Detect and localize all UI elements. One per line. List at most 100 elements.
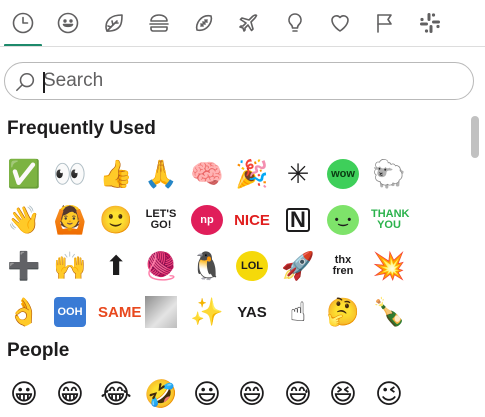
pray-emoji[interactable]: 🙏	[141, 154, 181, 194]
heavy-plus-emoji[interactable]: ➕	[4, 246, 44, 286]
yas-emoji-label: YAS	[237, 303, 267, 321]
tab-travel[interactable]	[235, 9, 263, 37]
smile-emoji[interactable]: 😄	[232, 374, 272, 414]
yarn-emoji[interactable]: 🧶	[141, 246, 181, 286]
raised-hands-emoji[interactable]: 🙌	[50, 246, 90, 286]
penguin-emoji-glyph: 🐧	[190, 250, 224, 282]
pixel-sparkle-emoji-glyph: ✳	[286, 158, 310, 190]
lets-go-emoji[interactable]: LET'S GO!	[141, 200, 181, 240]
yarn-emoji-glyph: 🧶	[144, 250, 178, 282]
lol-emoji[interactable]: LOL	[232, 246, 272, 286]
blob-emoji[interactable]: •‿•	[323, 200, 363, 240]
ooh-emoji-badge: OOH	[54, 297, 86, 327]
emoji-search[interactable]	[4, 62, 474, 100]
wave-emoji[interactable]: 👋	[4, 200, 44, 240]
woman-gesturing-emoji-glyph: 🙆	[53, 204, 87, 236]
np-emoji-badge: np	[191, 205, 223, 235]
laughing-emoji[interactable]: 😆	[323, 374, 363, 414]
brain-emoji-glyph: 🧠	[190, 158, 224, 190]
wink-emoji-glyph: 😉	[374, 378, 404, 410]
thank-you-emoji-label: THANK YOU	[371, 208, 410, 231]
tab-nature[interactable]	[100, 9, 128, 37]
blob-emoji-badge: •‿•	[327, 205, 359, 235]
wow-emoji[interactable]: wow	[323, 154, 363, 194]
nice-emoji[interactable]: NICE	[232, 200, 272, 240]
photo-emoji[interactable]	[141, 292, 181, 332]
slack-logo-icon	[420, 13, 440, 33]
lets-go-emoji-label: LET'S GO!	[145, 208, 177, 231]
nice-emoji-label: NICE	[234, 211, 270, 229]
ok-hand-emoji[interactable]: 👌	[4, 292, 44, 332]
thumbsup-emoji[interactable]: 👍	[96, 154, 136, 194]
wink-emoji[interactable]: 😉	[369, 374, 409, 414]
thx-fren-emoji[interactable]: thx fren	[323, 246, 363, 286]
joy-emoji[interactable]: 😂	[96, 374, 136, 414]
text-caret	[43, 72, 45, 93]
rocket-emoji[interactable]: 🚀	[278, 246, 318, 286]
yas-emoji[interactable]: YAS	[232, 292, 272, 332]
white-check-mark-emoji[interactable]: ✅	[4, 154, 44, 194]
smiley-emoji[interactable]: 😃	[187, 374, 227, 414]
tab-activity[interactable]	[190, 9, 218, 37]
bottle-emoji-glyph: 🍾	[372, 296, 406, 328]
search-icon	[16, 72, 35, 92]
llama-emoji[interactable]: 🐑	[369, 154, 409, 194]
bottle-emoji[interactable]: 🍾	[369, 292, 409, 332]
heart-icon	[331, 15, 349, 32]
same-emoji[interactable]: SAME	[96, 292, 141, 332]
sparkles-emoji-glyph: ✨	[190, 296, 224, 328]
notion-emoji[interactable]: N	[278, 200, 318, 240]
section-title-people: People	[7, 340, 70, 361]
grinning-emoji[interactable]: 😀	[4, 374, 44, 414]
laughing-emoji-glyph: 😆	[328, 378, 358, 410]
tada-emoji[interactable]: 🎉	[232, 154, 272, 194]
ok-hand-emoji-glyph: 👌	[7, 296, 41, 328]
tab-people[interactable]	[54, 9, 82, 37]
grin-emoji[interactable]: 😁	[50, 374, 90, 414]
thinking-emoji-glyph: 🤔	[326, 296, 360, 328]
thinking-emoji[interactable]: 🤔	[323, 292, 363, 332]
leaf-icon	[105, 14, 123, 32]
search-input[interactable]	[43, 67, 463, 95]
raised-hands-emoji-glyph: 🙌	[53, 250, 87, 282]
slightly-smiling-emoji[interactable]: 🙂	[96, 200, 136, 240]
tab-flags[interactable]	[371, 9, 399, 37]
woman-gesturing-emoji[interactable]: 🙆	[50, 200, 90, 240]
rofl-emoji-glyph: 🤣	[144, 378, 178, 410]
thank-you-emoji[interactable]: THANK YOU	[369, 200, 410, 240]
flag-icon	[377, 14, 392, 33]
brain-emoji[interactable]: 🧠	[187, 154, 227, 194]
llama-emoji-glyph: 🐑	[372, 158, 406, 190]
tab-custom[interactable]	[416, 9, 444, 37]
pray-emoji-glyph: 🙏	[144, 158, 178, 190]
boom-emoji-glyph: 💥	[372, 250, 406, 282]
point-up-emoji[interactable]: ☝	[278, 292, 318, 332]
penguin-emoji[interactable]: 🐧	[187, 246, 227, 286]
np-emoji[interactable]: np	[187, 200, 227, 240]
tab-recent[interactable]	[9, 9, 37, 37]
rofl-emoji[interactable]: 🤣	[141, 374, 181, 414]
tada-emoji-glyph: 🎉	[235, 158, 269, 190]
pixel-sparkle-emoji[interactable]: ✳	[278, 154, 318, 194]
sweat-smile-emoji-glyph: 😅	[283, 378, 313, 410]
scrollbar-thumb[interactable]	[471, 116, 479, 158]
smile-emoji-glyph: 😄	[237, 378, 267, 410]
football-icon	[195, 14, 213, 32]
white-check-mark-emoji-glyph: ✅	[7, 158, 41, 190]
eyes-emoji[interactable]: 👀	[50, 154, 90, 194]
tab-objects[interactable]	[281, 9, 309, 37]
ooh-emoji[interactable]: OOH	[50, 292, 90, 332]
boom-emoji[interactable]: 💥	[369, 246, 409, 286]
arrow-up-emoji[interactable]: ⬆	[96, 246, 136, 286]
tab-symbols[interactable]	[326, 9, 354, 37]
burger-icon	[149, 14, 169, 32]
sweat-smile-emoji[interactable]: 😅	[278, 374, 318, 414]
smiley-icon	[57, 12, 79, 34]
joy-emoji-glyph: 😂	[100, 378, 132, 410]
thx-fren-emoji-label: thx fren	[332, 254, 354, 277]
sparkles-emoji[interactable]: ✨	[187, 292, 227, 332]
lol-emoji-badge: LOL	[236, 251, 268, 281]
emoji-category-tabs	[0, 0, 485, 47]
tab-divider	[0, 46, 485, 47]
tab-food[interactable]	[145, 9, 173, 37]
